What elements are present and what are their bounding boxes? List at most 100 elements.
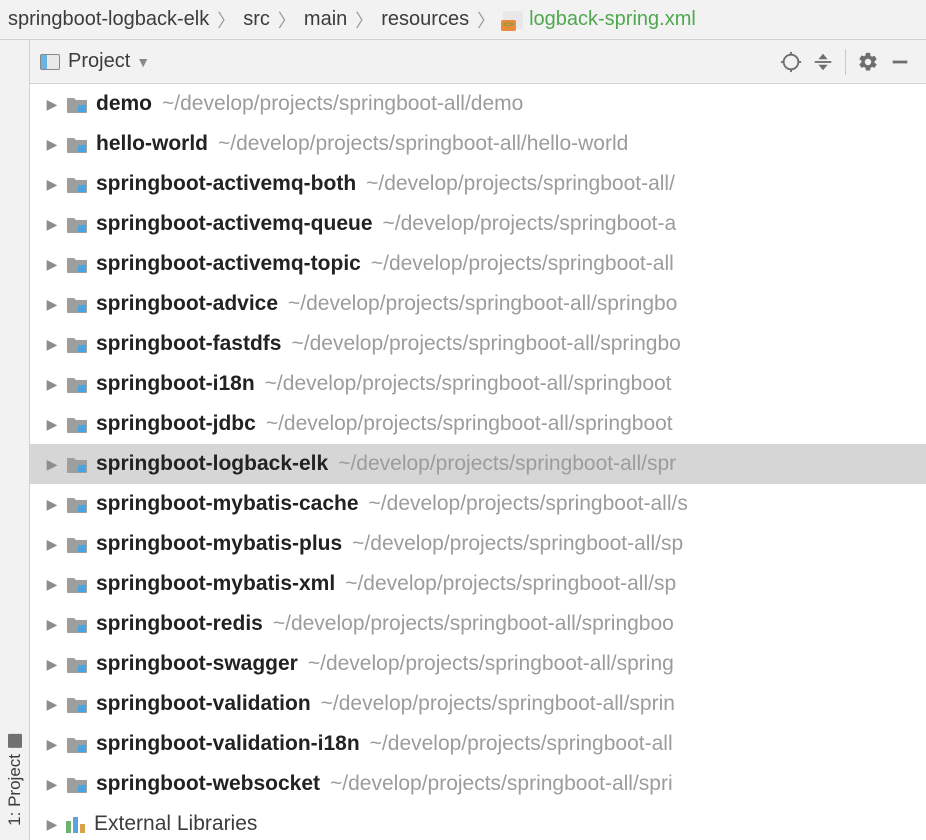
breadcrumb-item-file[interactable]: <> logback-spring.xml	[503, 8, 696, 31]
breadcrumb: springboot-logback-elk 〉 src 〉 main 〉 re…	[0, 0, 926, 40]
module-path: ~/develop/projects/springboot-all/sp	[345, 572, 676, 596]
expand-arrow-icon[interactable]: ▶	[44, 256, 60, 273]
expand-arrow-icon[interactable]: ▶	[44, 776, 60, 793]
module-folder-icon	[66, 135, 88, 153]
module-path: ~/develop/projects/springboot-all/spring…	[291, 332, 680, 356]
tree-row-module[interactable]: ▶ demo ~/develop/projects/springboot-all…	[30, 84, 926, 124]
module-path: ~/develop/projects/springboot-all/spri	[330, 772, 673, 796]
module-folder-icon	[66, 95, 88, 113]
expand-arrow-icon[interactable]: ▶	[44, 136, 60, 153]
module-name: demo	[96, 92, 152, 116]
breadcrumb-item-module[interactable]: springboot-logback-elk	[8, 8, 209, 31]
tab-label: 1: Project	[5, 754, 25, 826]
module-name: springboot-activemq-topic	[96, 252, 361, 276]
tree-row-module[interactable]: ▶ springboot-i18n ~/develop/projects/spr…	[30, 364, 926, 404]
breadcrumb-label: springboot-logback-elk	[8, 8, 209, 31]
expand-arrow-icon[interactable]: ▶	[44, 176, 60, 193]
expand-arrow-icon[interactable]: ▶	[44, 616, 60, 633]
tree-row-module[interactable]: ▶ springboot-activemq-topic ~/develop/pr…	[30, 244, 926, 284]
tree-row-external-libraries[interactable]: ▶ External Libraries	[30, 804, 926, 840]
module-folder-icon	[66, 415, 88, 433]
tree-row-module[interactable]: ▶ springboot-swagger ~/develop/projects/…	[30, 644, 926, 684]
settings-button[interactable]	[852, 46, 884, 78]
module-folder-icon	[66, 775, 88, 793]
tree-row-module[interactable]: ▶ springboot-validation ~/develop/projec…	[30, 684, 926, 724]
module-folder-icon	[66, 655, 88, 673]
tree-row-module[interactable]: ▶ springboot-advice ~/develop/projects/s…	[30, 284, 926, 324]
tree-row-module[interactable]: ▶ springboot-jdbc ~/develop/projects/spr…	[30, 404, 926, 444]
panel-header: Project ▼	[30, 40, 926, 84]
expand-arrow-icon[interactable]: ▶	[44, 416, 60, 433]
module-folder-icon	[66, 295, 88, 313]
expand-arrow-icon[interactable]: ▶	[44, 576, 60, 593]
module-path: ~/develop/projects/springboot-all/spring…	[266, 412, 673, 436]
module-folder-icon	[66, 215, 88, 233]
collapse-all-button[interactable]	[807, 46, 839, 78]
expand-arrow-icon[interactable]: ▶	[44, 736, 60, 753]
breadcrumb-item-folder[interactable]: resources	[381, 8, 469, 31]
expand-arrow-icon[interactable]: ▶	[44, 816, 60, 833]
panel-title[interactable]: Project	[68, 50, 130, 73]
module-folder-icon	[66, 615, 88, 633]
target-icon	[780, 51, 802, 73]
tree-row-module[interactable]: ▶ springboot-validation-i18n ~/develop/p…	[30, 724, 926, 764]
project-tab-icon	[8, 734, 22, 748]
expand-arrow-icon[interactable]: ▶	[44, 656, 60, 673]
libraries-icon	[66, 815, 86, 833]
module-name: springboot-i18n	[96, 372, 255, 396]
module-path: ~/develop/projects/springboot-all/spring…	[273, 612, 674, 636]
tree-row-module[interactable]: ▶ springboot-mybatis-xml ~/develop/proje…	[30, 564, 926, 604]
breadcrumb-label: src	[243, 8, 270, 31]
chevron-right-icon: 〉	[477, 7, 495, 33]
module-path: ~/develop/projects/springboot-all/spring…	[265, 372, 672, 396]
tree-row-module[interactable]: ▶ springboot-activemq-queue ~/develop/pr…	[30, 204, 926, 244]
module-folder-icon	[66, 575, 88, 593]
module-folder-icon	[66, 255, 88, 273]
module-folder-icon	[66, 695, 88, 713]
expand-arrow-icon[interactable]: ▶	[44, 296, 60, 313]
chevron-right-icon: 〉	[355, 7, 373, 33]
hide-button[interactable]	[884, 46, 916, 78]
module-folder-icon	[66, 455, 88, 473]
chevron-down-icon[interactable]: ▼	[136, 54, 150, 70]
external-libraries-label: External Libraries	[94, 812, 257, 836]
module-path: ~/develop/projects/springboot-all	[370, 732, 673, 756]
module-path: ~/develop/projects/springboot-a	[383, 212, 677, 236]
tree-row-module[interactable]: ▶ springboot-redis ~/develop/projects/sp…	[30, 604, 926, 644]
module-path: ~/develop/projects/springboot-all/s	[369, 492, 688, 516]
tree-row-module[interactable]: ▶ springboot-activemq-both ~/develop/pro…	[30, 164, 926, 204]
module-name: springboot-activemq-queue	[96, 212, 373, 236]
module-folder-icon	[66, 535, 88, 553]
locate-button[interactable]	[775, 46, 807, 78]
tree-row-module[interactable]: ▶ springboot-fastdfs ~/develop/projects/…	[30, 324, 926, 364]
expand-arrow-icon[interactable]: ▶	[44, 336, 60, 353]
expand-arrow-icon[interactable]: ▶	[44, 536, 60, 553]
tree-row-module[interactable]: ▶ springboot-logback-elk ~/develop/proje…	[30, 444, 926, 484]
module-name: springboot-websocket	[96, 772, 320, 796]
xml-file-icon: <>	[503, 11, 523, 29]
module-name: springboot-mybatis-xml	[96, 572, 335, 596]
module-path: ~/develop/projects/springboot-all/spring…	[288, 292, 677, 316]
expand-arrow-icon[interactable]: ▶	[44, 496, 60, 513]
expand-arrow-icon[interactable]: ▶	[44, 696, 60, 713]
module-path: ~/develop/projects/springboot-all/	[366, 172, 675, 196]
tree-row-module[interactable]: ▶ springboot-websocket ~/develop/project…	[30, 764, 926, 804]
expand-arrow-icon[interactable]: ▶	[44, 456, 60, 473]
module-path: ~/develop/projects/springboot-all	[371, 252, 674, 276]
tree-row-module[interactable]: ▶ hello-world ~/develop/projects/springb…	[30, 124, 926, 164]
breadcrumb-label: resources	[381, 8, 469, 31]
expand-arrow-icon[interactable]: ▶	[44, 96, 60, 113]
module-name: springboot-jdbc	[96, 412, 256, 436]
tree-row-module[interactable]: ▶ springboot-mybatis-plus ~/develop/proj…	[30, 524, 926, 564]
project-tree[interactable]: ▶ demo ~/develop/projects/springboot-all…	[30, 84, 926, 840]
breadcrumb-item-folder[interactable]: main	[304, 8, 347, 31]
collapse-icon	[812, 51, 834, 73]
project-tool-window-tab[interactable]: 1: Project	[3, 728, 27, 832]
module-path: ~/develop/projects/springboot-all/spring	[308, 652, 674, 676]
project-view-icon	[40, 54, 60, 70]
expand-arrow-icon[interactable]: ▶	[44, 216, 60, 233]
breadcrumb-item-folder[interactable]: src	[243, 8, 270, 31]
module-folder-icon	[66, 175, 88, 193]
tree-row-module[interactable]: ▶ springboot-mybatis-cache ~/develop/pro…	[30, 484, 926, 524]
expand-arrow-icon[interactable]: ▶	[44, 376, 60, 393]
